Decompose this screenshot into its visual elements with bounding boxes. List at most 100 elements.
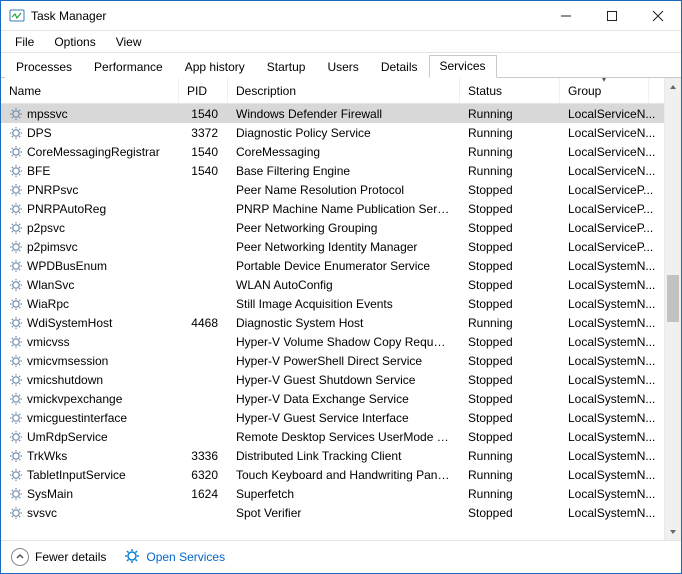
service-description: Hyper-V Guest Shutdown Service bbox=[228, 373, 460, 387]
service-row[interactable]: PNRPsvcPeer Name Resolution ProtocolStop… bbox=[1, 180, 664, 199]
scroll-down-button[interactable] bbox=[665, 523, 681, 540]
service-description: Windows Defender Firewall bbox=[228, 107, 460, 121]
service-row[interactable]: svsvcSpot VerifierStoppedLocalSystemN... bbox=[1, 503, 664, 522]
service-row[interactable]: BFE1540Base Filtering EngineRunningLocal… bbox=[1, 161, 664, 180]
service-group: LocalSystemN... bbox=[560, 297, 664, 311]
service-row[interactable]: p2pimsvcPeer Networking Identity Manager… bbox=[1, 237, 664, 256]
menu-file[interactable]: File bbox=[7, 33, 42, 51]
service-name: WiaRpc bbox=[27, 297, 69, 311]
service-description: Diagnostic Policy Service bbox=[228, 126, 460, 140]
service-row[interactable]: WdiSystemHost4468Diagnostic System HostR… bbox=[1, 313, 664, 332]
service-row[interactable]: p2psvcPeer Networking GroupingStoppedLoc… bbox=[1, 218, 664, 237]
minimize-button[interactable] bbox=[543, 1, 589, 31]
tab-app-history[interactable]: App history bbox=[174, 56, 256, 78]
service-name: vmicguestinterface bbox=[27, 411, 127, 425]
service-status: Stopped bbox=[460, 373, 560, 387]
service-row[interactable]: mpssvc1540Windows Defender FirewallRunni… bbox=[1, 104, 664, 123]
col-description[interactable]: Description bbox=[228, 78, 460, 103]
col-group[interactable]: Group ▾ bbox=[560, 78, 649, 103]
tab-details[interactable]: Details bbox=[370, 56, 429, 78]
service-status: Stopped bbox=[460, 278, 560, 292]
tab-performance[interactable]: Performance bbox=[83, 56, 174, 78]
tab-processes[interactable]: Processes bbox=[5, 56, 83, 78]
service-pid: 1540 bbox=[179, 164, 228, 178]
open-services-link[interactable]: Open Services bbox=[124, 548, 225, 567]
menu-view[interactable]: View bbox=[108, 33, 150, 51]
service-row[interactable]: SysMain1624SuperfetchRunningLocalSystemN… bbox=[1, 484, 664, 503]
service-row[interactable]: TrkWks3336Distributed Link Tracking Clie… bbox=[1, 446, 664, 465]
service-name: DPS bbox=[27, 126, 52, 140]
service-description: Peer Networking Grouping bbox=[228, 221, 460, 235]
service-gear-icon bbox=[9, 297, 23, 311]
service-row[interactable]: vmicvssHyper-V Volume Shadow Copy Reques… bbox=[1, 332, 664, 351]
service-gear-icon bbox=[9, 354, 23, 368]
service-row[interactable]: TabletInputService6320Touch Keyboard and… bbox=[1, 465, 664, 484]
scroll-up-button[interactable] bbox=[665, 78, 681, 95]
service-row[interactable]: vmickvpexchangeHyper-V Data Exchange Ser… bbox=[1, 389, 664, 408]
service-gear-icon bbox=[9, 240, 23, 254]
service-row[interactable]: WlanSvcWLAN AutoConfigStoppedLocalSystem… bbox=[1, 275, 664, 294]
scroll-track[interactable] bbox=[665, 95, 681, 523]
service-row[interactable]: UmRdpServiceRemote Desktop Services User… bbox=[1, 427, 664, 446]
service-status: Running bbox=[460, 487, 560, 501]
service-row[interactable]: vmicguestinterfaceHyper-V Guest Service … bbox=[1, 408, 664, 427]
service-status: Stopped bbox=[460, 430, 560, 444]
service-description: Superfetch bbox=[228, 487, 460, 501]
service-description: Still Image Acquisition Events bbox=[228, 297, 460, 311]
service-group: LocalServiceP... bbox=[560, 202, 664, 216]
service-status: Stopped bbox=[460, 411, 560, 425]
service-row[interactable]: PNRPAutoRegPNRP Machine Name Publication… bbox=[1, 199, 664, 218]
service-name: WlanSvc bbox=[27, 278, 74, 292]
service-pid: 6320 bbox=[179, 468, 228, 482]
col-status[interactable]: Status bbox=[460, 78, 560, 103]
service-gear-icon bbox=[9, 411, 23, 425]
service-row[interactable]: WiaRpcStill Image Acquisition EventsStop… bbox=[1, 294, 664, 313]
fewer-details-button[interactable]: Fewer details bbox=[11, 548, 106, 566]
titlebar[interactable]: Task Manager bbox=[1, 1, 681, 31]
service-name: PNRPAutoReg bbox=[27, 202, 106, 216]
service-status: Running bbox=[460, 107, 560, 121]
service-row[interactable]: DPS3372Diagnostic Policy ServiceRunningL… bbox=[1, 123, 664, 142]
service-gear-icon bbox=[9, 107, 23, 121]
service-group: LocalSystemN... bbox=[560, 335, 664, 349]
footer: Fewer details Open Services bbox=[1, 540, 681, 573]
service-group: LocalServiceP... bbox=[560, 183, 664, 197]
service-status: Running bbox=[460, 126, 560, 140]
service-row[interactable]: vmicshutdownHyper-V Guest Shutdown Servi… bbox=[1, 370, 664, 389]
service-row[interactable]: CoreMessagingRegistrar1540CoreMessagingR… bbox=[1, 142, 664, 161]
service-description: Hyper-V Data Exchange Service bbox=[228, 392, 460, 406]
service-group: LocalServiceP... bbox=[560, 240, 664, 254]
service-status: Running bbox=[460, 164, 560, 178]
task-manager-window: Task Manager File Options View Processes… bbox=[0, 0, 682, 574]
service-description: Portable Device Enumerator Service bbox=[228, 259, 460, 273]
service-pid: 1540 bbox=[179, 145, 228, 159]
service-gear-icon bbox=[9, 373, 23, 387]
menu-options[interactable]: Options bbox=[46, 33, 103, 51]
tab-users[interactable]: Users bbox=[316, 56, 369, 78]
service-row[interactable]: WPDBusEnumPortable Device Enumerator Ser… bbox=[1, 256, 664, 275]
service-pid: 1540 bbox=[179, 107, 228, 121]
col-name[interactable]: Name bbox=[1, 78, 179, 103]
service-description: WLAN AutoConfig bbox=[228, 278, 460, 292]
service-description: Base Filtering Engine bbox=[228, 164, 460, 178]
service-name: SysMain bbox=[27, 487, 73, 501]
scroll-thumb[interactable] bbox=[667, 275, 679, 322]
vertical-scrollbar[interactable] bbox=[664, 78, 681, 540]
service-rows[interactable]: mpssvc1540Windows Defender FirewallRunni… bbox=[1, 104, 664, 540]
service-group: LocalServiceN... bbox=[560, 145, 664, 159]
service-name: TabletInputService bbox=[27, 468, 126, 482]
tab-services[interactable]: Services bbox=[429, 55, 497, 78]
service-gear-icon bbox=[9, 468, 23, 482]
service-gear-icon bbox=[9, 392, 23, 406]
close-button[interactable] bbox=[635, 1, 681, 31]
service-row[interactable]: vmicvmsessionHyper-V PowerShell Direct S… bbox=[1, 351, 664, 370]
col-pid[interactable]: PID bbox=[179, 78, 228, 103]
service-status: Stopped bbox=[460, 354, 560, 368]
maximize-button[interactable] bbox=[589, 1, 635, 31]
service-description: Distributed Link Tracking Client bbox=[228, 449, 460, 463]
service-gear-icon bbox=[9, 316, 23, 330]
service-description: Remote Desktop Services UserMode Po... bbox=[228, 430, 460, 444]
service-status: Running bbox=[460, 468, 560, 482]
service-description: Peer Name Resolution Protocol bbox=[228, 183, 460, 197]
tab-startup[interactable]: Startup bbox=[256, 56, 317, 78]
